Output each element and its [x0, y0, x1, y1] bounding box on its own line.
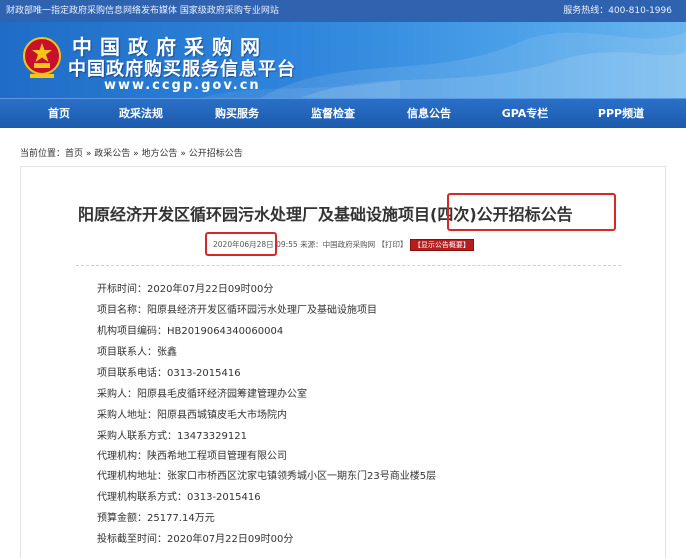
field-purchaser-contact: 采购人联系方式：13473329121: [97, 431, 247, 442]
field-purchaser-address: 采购人地址：阳原县西城镇皮毛大市场院内: [97, 410, 287, 421]
publish-time: 09:55: [273, 240, 301, 249]
nav-regulations[interactable]: 政采法规: [96, 99, 186, 129]
site-url: www.ccgp.gov.cn: [104, 78, 261, 93]
date-highlight-box: [205, 232, 277, 256]
field-project-phone: 项目联系电话：0313-2015416: [97, 368, 241, 379]
national-emblem-icon: [23, 37, 61, 78]
article-source: 来源：中国政府采购网 【打印】: [300, 240, 408, 249]
field-purchaser: 采购人：阳原县毛皮循环经济园筹建管理办公室: [97, 389, 307, 400]
nav-supervision[interactable]: 监督检查: [288, 99, 378, 129]
field-project-name: 项目名称：阳原县经济开发区循环园污水处理厂及基础设施项目: [97, 305, 377, 316]
service-hotline: 服务热线：400-810-1996: [563, 6, 672, 16]
nav-gpa[interactable]: GPA专栏: [480, 99, 570, 129]
field-project-contact: 项目联系人：张鑫: [97, 347, 177, 358]
show-summary-button[interactable]: 【显示公告概要】: [409, 239, 474, 251]
field-agency-address: 代理机构地址：张家口市桥西区沈家屯镇领秀城小区一期东门23号商业楼5层: [97, 471, 437, 482]
divider: [76, 265, 621, 266]
breadcrumb-home[interactable]: 首页: [65, 149, 83, 159]
field-project-code: 机构项目编码：HB2019064340060004: [97, 326, 284, 337]
title-highlight-box: [447, 193, 616, 231]
breadcrumb-separator: »: [83, 149, 95, 159]
breadcrumb: 当前位置：首页 » 政采公告 » 地方公告 » 公开招标公告: [20, 146, 243, 159]
breadcrumb-separator: »: [130, 149, 142, 159]
breadcrumb-current[interactable]: 公开招标公告: [189, 149, 243, 159]
breadcrumb-separator: »: [177, 149, 189, 159]
nav-announcements[interactable]: 信息公告: [384, 99, 474, 129]
breadcrumb-procurement[interactable]: 政采公告: [94, 149, 130, 159]
site-header: 中国政府采购网 中国政府购买服务信息平台 www.ccgp.gov.cn: [0, 22, 686, 98]
nav-ppp[interactable]: PPP频道: [576, 99, 666, 129]
nav-home[interactable]: 首页: [14, 99, 104, 129]
field-budget: 预算金额：25177.14万元: [97, 513, 215, 524]
nav-purchase-services[interactable]: 购买服务: [192, 99, 282, 129]
field-agency-contact: 代理机构联系方式：0313-2015416: [97, 492, 261, 503]
main-nav: 首页 政采法规 购买服务 监督检查 信息公告 GPA专栏 PPP频道: [0, 98, 686, 128]
breadcrumb-local[interactable]: 地方公告: [142, 149, 178, 159]
top-utility-bar: 财政部唯一指定政府采购信息网络发布媒体 国家级政府采购专业网站 服务热线：400…: [0, 0, 686, 22]
breadcrumb-prefix: 当前位置：: [20, 149, 66, 159]
field-opening-time: 开标时间：2020年07月22日09时00分: [97, 284, 274, 295]
site-slogan: 财政部唯一指定政府采购信息网络发布媒体 国家级政府采购专业网站: [6, 6, 279, 16]
field-bid-deadline: 投标截至时间：2020年07月22日09时00分: [97, 534, 294, 545]
field-agency: 代理机构：陕西希地工程项目管理有限公司: [97, 451, 287, 462]
